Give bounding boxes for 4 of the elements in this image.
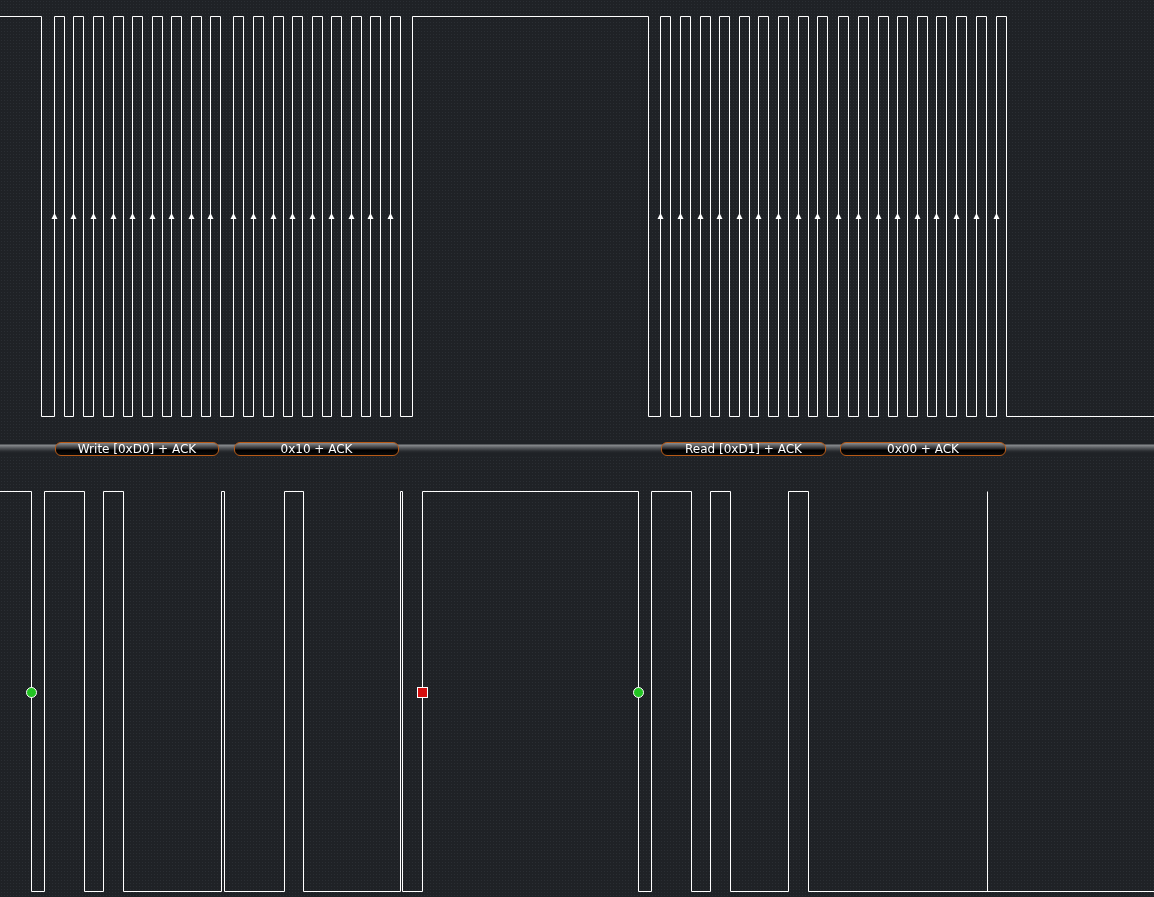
decoded-frame-label: 0x10 + ACK <box>234 442 399 456</box>
decoded-frame-label: Read [0xD1] + ACK <box>661 442 826 456</box>
decoded-frame-label: 0x00 + ACK <box>840 442 1006 456</box>
decoded-frame-label: Write [0xD0] + ACK <box>55 442 219 456</box>
